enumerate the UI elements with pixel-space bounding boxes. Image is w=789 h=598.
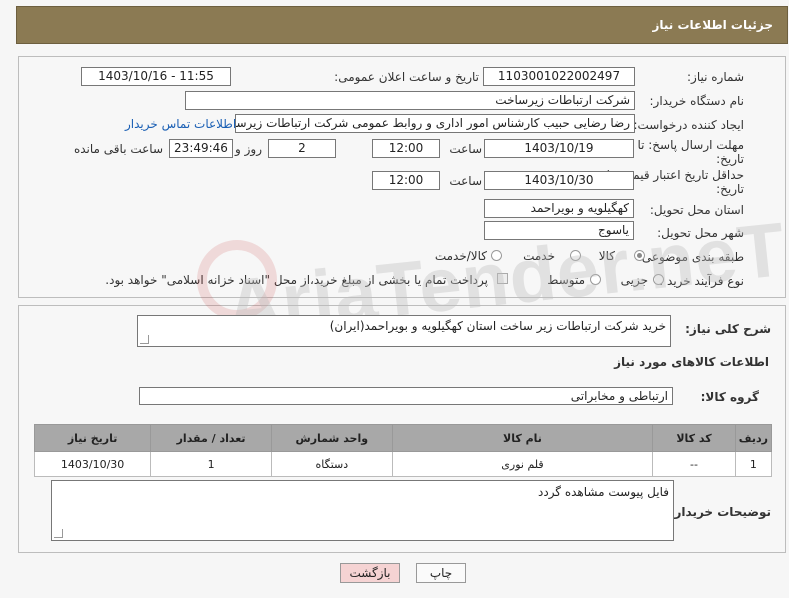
column-header-name: نام کالا xyxy=(391,424,654,452)
resize-handle-icon[interactable] xyxy=(140,335,149,344)
description-text: خرید شرکت ارتباطات زیر ساخت استان کهگیلو… xyxy=(329,319,666,333)
creator-field[interactable]: رضا رضایی حبیب کارشناس امور اداری و رواب… xyxy=(235,114,635,133)
cell-date: 1403/10/30 xyxy=(33,451,152,477)
creator-label: ایجاد کننده درخواست: xyxy=(633,118,744,132)
back-button[interactable]: بازگشت xyxy=(340,563,400,583)
remaining-label: ساعت باقی مانده xyxy=(73,142,163,156)
page-title: جزئیات اطلاعات نیاز xyxy=(652,18,773,32)
buyer-contact-link[interactable]: اطلاعات تماس خریدار xyxy=(125,117,236,131)
page-header: جزئیات اطلاعات نیاز xyxy=(16,6,788,44)
column-header-qty: تعداد / مقدار xyxy=(150,424,272,452)
goods-table: ردیف کد کالا نام کالا واحد شمارش تعداد /… xyxy=(33,424,773,477)
column-header-row: ردیف xyxy=(734,424,773,452)
print-button[interactable]: چاپ xyxy=(416,563,466,583)
column-header-code: کد کالا xyxy=(652,424,736,452)
cell-unit: دستگاه xyxy=(270,451,393,477)
announce-datetime-field[interactable]: 1403/10/16 - 11:55 xyxy=(81,67,231,86)
goods-group-label: گروه کالا: xyxy=(700,390,759,404)
deadline-time-field[interactable]: 12:00 xyxy=(372,139,440,158)
validity-time-label: ساعت xyxy=(449,174,482,188)
deadline-time-label: ساعت xyxy=(449,142,482,156)
cell-name: قلم نوری xyxy=(391,451,654,477)
validity-time-field[interactable]: 12:00 xyxy=(372,171,440,190)
buyer-notes-text: فایل پیوست مشاهده گردد xyxy=(538,485,669,499)
goods-group-field[interactable]: ارتباطی و مخابراتی xyxy=(139,387,673,405)
cell-row: 1 xyxy=(734,451,773,477)
days-field[interactable]: 2 xyxy=(268,139,336,158)
announce-label: تاریخ و ساعت اعلان عمومی: xyxy=(334,70,479,84)
cell-qty: 1 xyxy=(150,451,272,477)
goods-table-header: ردیف کد کالا نام کالا واحد شمارش تعداد /… xyxy=(33,424,773,452)
deadline-label: مهلت ارسال پاسخ: تا xyxy=(637,138,744,152)
description-label: شرح کلی نیاز: xyxy=(685,322,771,336)
buyer-org-field[interactable]: شرکت ارتباطات زیرساخت xyxy=(185,91,635,110)
resize-handle-icon[interactable] xyxy=(54,529,63,538)
buyer-notes-label: توضیحات خریدار: xyxy=(669,505,771,519)
validity-date-field[interactable]: 1403/10/30 xyxy=(484,171,634,190)
goods-section-title: اطلاعات کالاهای مورد نیاز xyxy=(614,355,769,369)
days-label: روز و xyxy=(235,142,262,156)
need-number-label: شماره نیاز: xyxy=(687,70,744,84)
column-header-unit: واحد شمارش xyxy=(270,424,393,452)
buyer-org-label: نام دستگاه خریدار: xyxy=(649,94,745,108)
description-field[interactable]: خرید شرکت ارتباطات زیر ساخت استان کهگیلو… xyxy=(137,315,671,347)
table-row[interactable]: 1 -- قلم نوری دستگاه 1 1403/10/30 xyxy=(33,451,773,477)
validity-label-date: تاریخ: xyxy=(716,182,744,196)
remaining-time-field[interactable]: 23:49:46 xyxy=(169,139,233,158)
deadline-date-field[interactable]: 1403/10/19 xyxy=(484,139,634,158)
buyer-notes-field[interactable]: فایل پیوست مشاهده گردد xyxy=(51,480,674,541)
cell-code: -- xyxy=(652,451,736,477)
deadline-label-date: تاریخ: xyxy=(716,152,744,166)
need-number-field[interactable]: 1103001022002497 xyxy=(483,67,635,86)
province-field[interactable]: کهگیلویه و بویراحمد xyxy=(484,199,634,218)
column-header-date: تاریخ نیاز xyxy=(33,424,152,452)
